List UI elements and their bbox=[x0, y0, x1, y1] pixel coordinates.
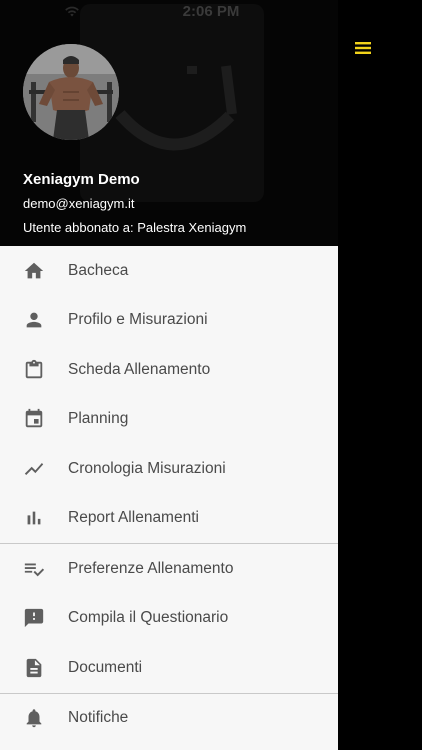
menu-item-preferenze[interactable]: Preferenze Allenamento bbox=[0, 544, 338, 594]
status-bar: 2:06 PM bbox=[0, 0, 422, 22]
screen: 2:06 PM Xeniagym Demo demo@xeniagym.it U… bbox=[0, 0, 422, 750]
avatar bbox=[23, 44, 119, 140]
menu-item-bacheca[interactable]: Bacheca bbox=[0, 246, 338, 296]
menu-item-label: Notifiche bbox=[68, 709, 129, 727]
menu-group-settings: Notifiche bbox=[0, 694, 338, 744]
hamburger-menu-icon bbox=[355, 42, 371, 54]
document-icon bbox=[22, 656, 46, 680]
drawer-header: Xeniagym Demo demo@xeniagym.it Utente ab… bbox=[0, 0, 338, 246]
home-icon bbox=[22, 259, 46, 283]
menu-item-label: Cronologia Misurazioni bbox=[68, 459, 226, 477]
menu-item-label: Report Allenamenti bbox=[68, 509, 199, 527]
user-name: Xeniagym Demo bbox=[23, 171, 140, 188]
menu-item-cronologia[interactable]: Cronologia Misurazioni bbox=[0, 444, 338, 494]
menu-item-label: Planning bbox=[68, 410, 129, 428]
status-time: 2:06 PM bbox=[182, 3, 240, 20]
menu-item-planning[interactable]: Planning bbox=[0, 395, 338, 445]
menu-item-label: Compila il Questionario bbox=[68, 609, 229, 627]
menu-group-main: Bacheca Profilo e Misurazioni Scheda All… bbox=[0, 246, 338, 544]
trending-line-icon bbox=[22, 457, 46, 481]
menu-item-documenti[interactable]: Documenti bbox=[0, 643, 338, 693]
hamburger-menu-button[interactable] bbox=[346, 34, 380, 62]
calendar-icon bbox=[22, 407, 46, 431]
menu-item-label: Profilo e Misurazioni bbox=[68, 311, 208, 329]
menu-item-report[interactable]: Report Allenamenti bbox=[0, 494, 338, 544]
user-email: demo@xeniagym.it bbox=[23, 196, 135, 211]
menu-item-label: Bacheca bbox=[68, 261, 129, 279]
clipboard-icon bbox=[22, 358, 46, 382]
playlist-check-icon bbox=[22, 557, 46, 581]
menu-item-profilo[interactable]: Profilo e Misurazioni bbox=[0, 296, 338, 346]
menu-item-label: Scheda Allenamento bbox=[68, 360, 211, 378]
menu-item-questionario[interactable]: Compila il Questionario bbox=[0, 594, 338, 644]
bell-icon bbox=[22, 706, 46, 730]
subscription-info: Utente abbonato a: Palestra Xeniagym bbox=[23, 220, 247, 235]
person-icon bbox=[22, 308, 46, 332]
wifi-icon bbox=[65, 6, 79, 17]
menu-group-secondary: Preferenze Allenamento Compila il Questi… bbox=[0, 544, 338, 694]
bar-chart-icon bbox=[22, 506, 46, 530]
menu-item-scheda[interactable]: Scheda Allenamento bbox=[0, 345, 338, 395]
menu-item-label: Documenti bbox=[68, 658, 143, 676]
menu-item-notifiche[interactable]: Notifiche bbox=[0, 694, 338, 744]
menu-item-label: Preferenze Allenamento bbox=[68, 559, 234, 577]
navigation-drawer: Xeniagym Demo demo@xeniagym.it Utente ab… bbox=[0, 0, 338, 750]
feedback-icon bbox=[22, 606, 46, 630]
